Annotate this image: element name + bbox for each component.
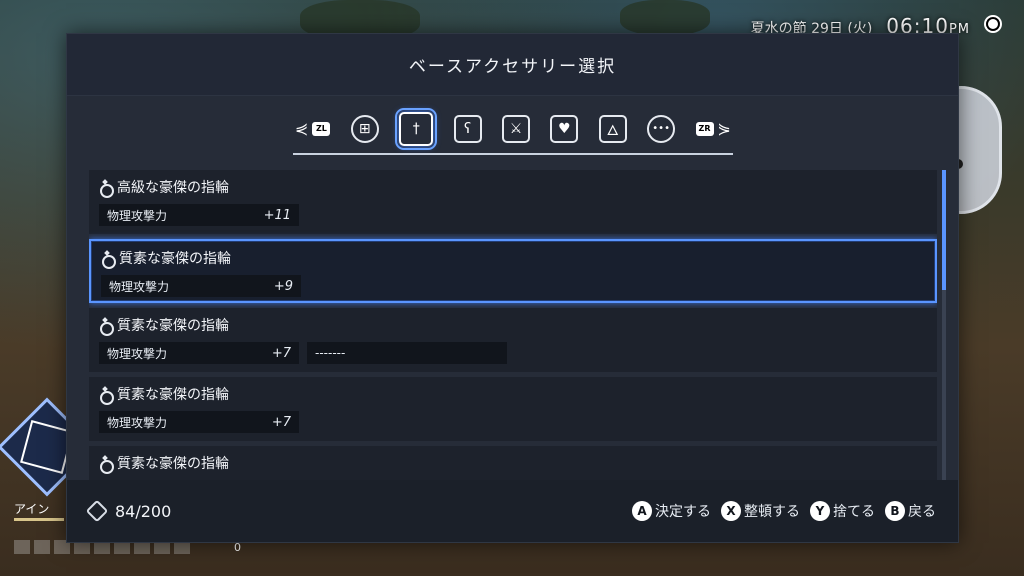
dialog-footer: 84/200 A 決定する X 整頓する Y 捨てる B 戻る: [67, 480, 958, 542]
heart-shield-icon: ♥: [558, 120, 571, 137]
accessory-item[interactable]: 質素な豪傑の指輪 物理攻撃力 +7: [89, 377, 937, 441]
character-bar: [14, 518, 64, 521]
ring-icon: [99, 180, 114, 198]
chevron-right-icon: ⋟: [717, 119, 731, 138]
item-name: 質素な豪傑の指輪: [117, 387, 229, 403]
hint-label: 捨てる: [833, 504, 875, 520]
shield-sword-icon: ⚔: [509, 120, 523, 137]
zl-button-icon: ZL: [312, 121, 331, 136]
flame-icon: 🜂: [606, 123, 619, 139]
accessory-item[interactable]: 質素な豪傑の指輪 物理攻撃力 +7 -------: [89, 308, 937, 372]
stat-row: 物理攻撃力 +9: [101, 275, 301, 297]
b-button-icon: B: [885, 501, 905, 521]
stat-row: 物理攻撃力 +11: [99, 204, 299, 226]
tab-heart-shield[interactable]: ♥: [550, 114, 579, 143]
button-hints: A 決定する X 整頓する Y 捨てる B 戻る: [632, 501, 936, 521]
accessory-list: 高級な豪傑の指輪 物理攻撃力 +11 質素な豪傑の指輪 物理攻撃力 +9 質素な豪傑…: [89, 170, 937, 486]
item-name: 質素な豪傑の指輪: [119, 251, 231, 267]
stat-value: +9: [273, 278, 293, 294]
tab-more[interactable]: •••: [647, 114, 676, 143]
tab-shield-sword[interactable]: ⚔: [501, 114, 530, 143]
hint-label: 戻る: [908, 504, 936, 520]
grid-icon: ⊞: [358, 120, 371, 137]
zr-button-icon: ZR: [695, 121, 714, 136]
item-name: 質素な豪傑の指輪: [117, 318, 229, 334]
stat-row: 物理攻撃力 +7: [99, 411, 299, 433]
sun-icon: [984, 15, 1002, 33]
dialog-body: ⋞ ZL ⊞ † ʕ ⚔ ♥ 🜂 ••• ZR ⋟ 高級な豪傑の指輪 物理攻撃力…: [67, 96, 958, 486]
stat-row: 物理攻撃力 +7: [99, 342, 299, 364]
stat-label: 物理攻撃力: [107, 415, 168, 430]
character-name: アイン: [14, 502, 50, 516]
tab-sword[interactable]: †: [395, 107, 438, 150]
scroll-thumb[interactable]: [942, 170, 946, 290]
accessory-select-dialog: ベースアクセサリー選択 ⋞ ZL ⊞ † ʕ ⚔ ♥ 🜂 ••• ZR ⋟ 高級…: [66, 33, 959, 543]
capacity-value: 84/200: [115, 501, 172, 521]
stat-value: +7: [271, 345, 291, 361]
tab-all[interactable]: ⊞: [350, 114, 379, 143]
ring-icon: [99, 387, 114, 405]
dialog-title: ベースアクセサリー選択: [408, 57, 617, 77]
tab-staff[interactable]: ʕ: [453, 114, 482, 143]
x-button-icon: X: [721, 501, 741, 521]
staff-icon: ʕ: [464, 120, 472, 137]
hint-discard[interactable]: Y 捨てる: [810, 501, 875, 521]
hint-sort[interactable]: X 整頓する: [721, 501, 800, 521]
accessory-item-selected[interactable]: 質素な豪傑の指輪 物理攻撃力 +9: [89, 239, 937, 303]
stat-value: +11: [263, 207, 291, 223]
stat-value: +7: [271, 414, 291, 430]
item-name: 質素な豪傑の指輪: [117, 456, 229, 472]
tab-next-bumper[interactable]: ZR ⋟: [695, 119, 731, 138]
sword-icon: †: [412, 120, 420, 137]
tab-prev-bumper[interactable]: ⋞ ZL: [295, 119, 331, 138]
item-name: 高級な豪傑の指輪: [117, 180, 229, 196]
a-button-icon: A: [632, 501, 652, 521]
stat-label: 物理攻撃力: [107, 208, 168, 223]
background-tree: [620, 0, 710, 35]
category-tabs: ⋞ ZL ⊞ † ʕ ⚔ ♥ 🜂 ••• ZR ⋟: [293, 107, 733, 155]
ring-icon: [101, 251, 116, 269]
hint-label: 決定する: [655, 504, 711, 520]
accessory-item[interactable]: 高級な豪傑の指輪 物理攻撃力 +11: [89, 170, 937, 234]
dialog-header: ベースアクセサリー選択: [67, 34, 958, 96]
inventory-icon: [85, 499, 109, 523]
ring-icon: [99, 318, 114, 336]
inventory-capacity: 84/200: [85, 499, 172, 523]
y-button-icon: Y: [810, 501, 830, 521]
more-icon: •••: [652, 123, 670, 134]
stat-label: 物理攻撃力: [107, 346, 168, 361]
tab-flame[interactable]: 🜂: [598, 114, 627, 143]
stat-label: 物理攻撃力: [109, 279, 170, 294]
list-scrollbar[interactable]: [942, 170, 946, 486]
stat-extra-slot: -------: [307, 342, 507, 364]
chevron-left-icon: ⋞: [295, 119, 309, 138]
ring-icon: [99, 456, 114, 474]
hint-back[interactable]: B 戻る: [885, 501, 936, 521]
hint-confirm[interactable]: A 決定する: [632, 501, 711, 521]
hint-label: 整頓する: [744, 504, 800, 520]
